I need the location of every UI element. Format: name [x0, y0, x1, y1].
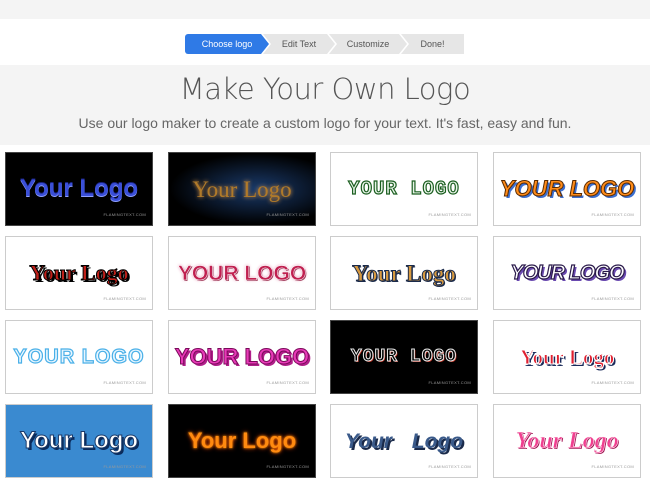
page-title: Make Your Own Logo: [179, 72, 471, 106]
watermark: FLAMINGTEXT.COM: [591, 380, 634, 385]
watermark: FLAMINGTEXT.COM: [428, 380, 471, 385]
logo-text: Your Logo: [192, 176, 292, 202]
logo-text: Your Logo: [344, 429, 464, 453]
logo-text: Your Logo: [29, 260, 129, 285]
step-edit-text[interactable]: Edit Text: [263, 34, 335, 54]
watermark: FLAMINGTEXT.COM: [428, 464, 471, 469]
logo-text: YOUR LOGO: [348, 177, 460, 200]
watermark: FLAMINGTEXT.COM: [103, 380, 146, 385]
step-done[interactable]: Done!: [401, 34, 464, 54]
logo-option[interactable]: YOUR LOGO FLAMINGTEXT.COM: [5, 320, 153, 394]
logo-option[interactable]: YOUR LOGO FLAMINGTEXT.COM: [168, 320, 316, 394]
logo-option[interactable]: Your Logo FLAMINGTEXT.COM: [330, 236, 478, 310]
logo-option[interactable]: Your Logo FLAMINGTEXT.COM: [330, 404, 478, 478]
watermark: FLAMINGTEXT.COM: [428, 296, 471, 301]
logo-text: YOUR LOGO: [174, 344, 310, 369]
watermark: FLAMINGTEXT.COM: [266, 296, 309, 301]
watermark: FLAMINGTEXT.COM: [103, 212, 146, 217]
watermark: FLAMINGTEXT.COM: [591, 296, 634, 301]
logo-option[interactable]: YOUR LOGO FLAMINGTEXT.COM: [168, 236, 316, 310]
step-customize[interactable]: Customize: [329, 34, 407, 54]
step-progress: Choose logo Edit Text Customize Done!: [185, 34, 464, 54]
logo-text: Your Logo: [519, 344, 615, 369]
watermark: FLAMINGTEXT.COM: [103, 464, 146, 469]
watermark: FLAMINGTEXT.COM: [591, 212, 634, 217]
step-choose-logo[interactable]: Choose logo: [185, 34, 269, 54]
logo-text: Your Logo: [19, 427, 139, 454]
logo-option[interactable]: Your Logo FLAMINGTEXT.COM: [5, 404, 153, 478]
logo-option[interactable]: YOUR LOGO FLAMINGTEXT.COM: [493, 152, 641, 226]
logo-option[interactable]: Your Logo FLAMINGTEXT.COM: [493, 404, 641, 478]
logo-text: YOUR LOGO: [177, 261, 307, 285]
logo-text: Your Logo: [187, 428, 297, 453]
logo-text: Your Logo: [515, 428, 619, 454]
watermark: FLAMINGTEXT.COM: [266, 464, 309, 469]
logo-option[interactable]: Your Logo FLAMINGTEXT.COM: [493, 320, 641, 394]
watermark: FLAMINGTEXT.COM: [103, 296, 146, 301]
logo-option[interactable]: Your Logo FLAMINGTEXT.COM: [5, 236, 153, 310]
logo-option[interactable]: YOUR LOGO FLAMINGTEXT.COM: [330, 152, 478, 226]
watermark: FLAMINGTEXT.COM: [591, 464, 634, 469]
page-subtitle: Use our logo maker to create a custom lo…: [78, 115, 572, 131]
watermark: FLAMINGTEXT.COM: [266, 212, 309, 217]
logo-text: YOUR LOGO: [350, 347, 458, 367]
logo-text: Your Logo: [352, 260, 457, 286]
logo-text: YOUR LOGO: [510, 262, 625, 284]
logo-text: Your Logo: [19, 175, 139, 202]
logo-text: YOUR LOGO: [499, 176, 635, 201]
logo-option[interactable]: Your Logo FLAMINGTEXT.COM: [168, 404, 316, 478]
watermark: FLAMINGTEXT.COM: [428, 212, 471, 217]
watermark: FLAMINGTEXT.COM: [266, 380, 309, 385]
hero-banner: Make Your Own Logo Use our logo maker to…: [0, 65, 650, 145]
logo-option[interactable]: YOUR LOGO FLAMINGTEXT.COM: [330, 320, 478, 394]
logo-text: YOUR LOGO: [13, 346, 145, 368]
top-bar: [0, 0, 650, 19]
logo-option[interactable]: YOUR LOGO FLAMINGTEXT.COM: [493, 236, 641, 310]
logo-option[interactable]: Your Logo FLAMINGTEXT.COM: [168, 152, 316, 226]
logo-option[interactable]: Your Logo FLAMINGTEXT.COM: [5, 152, 153, 226]
